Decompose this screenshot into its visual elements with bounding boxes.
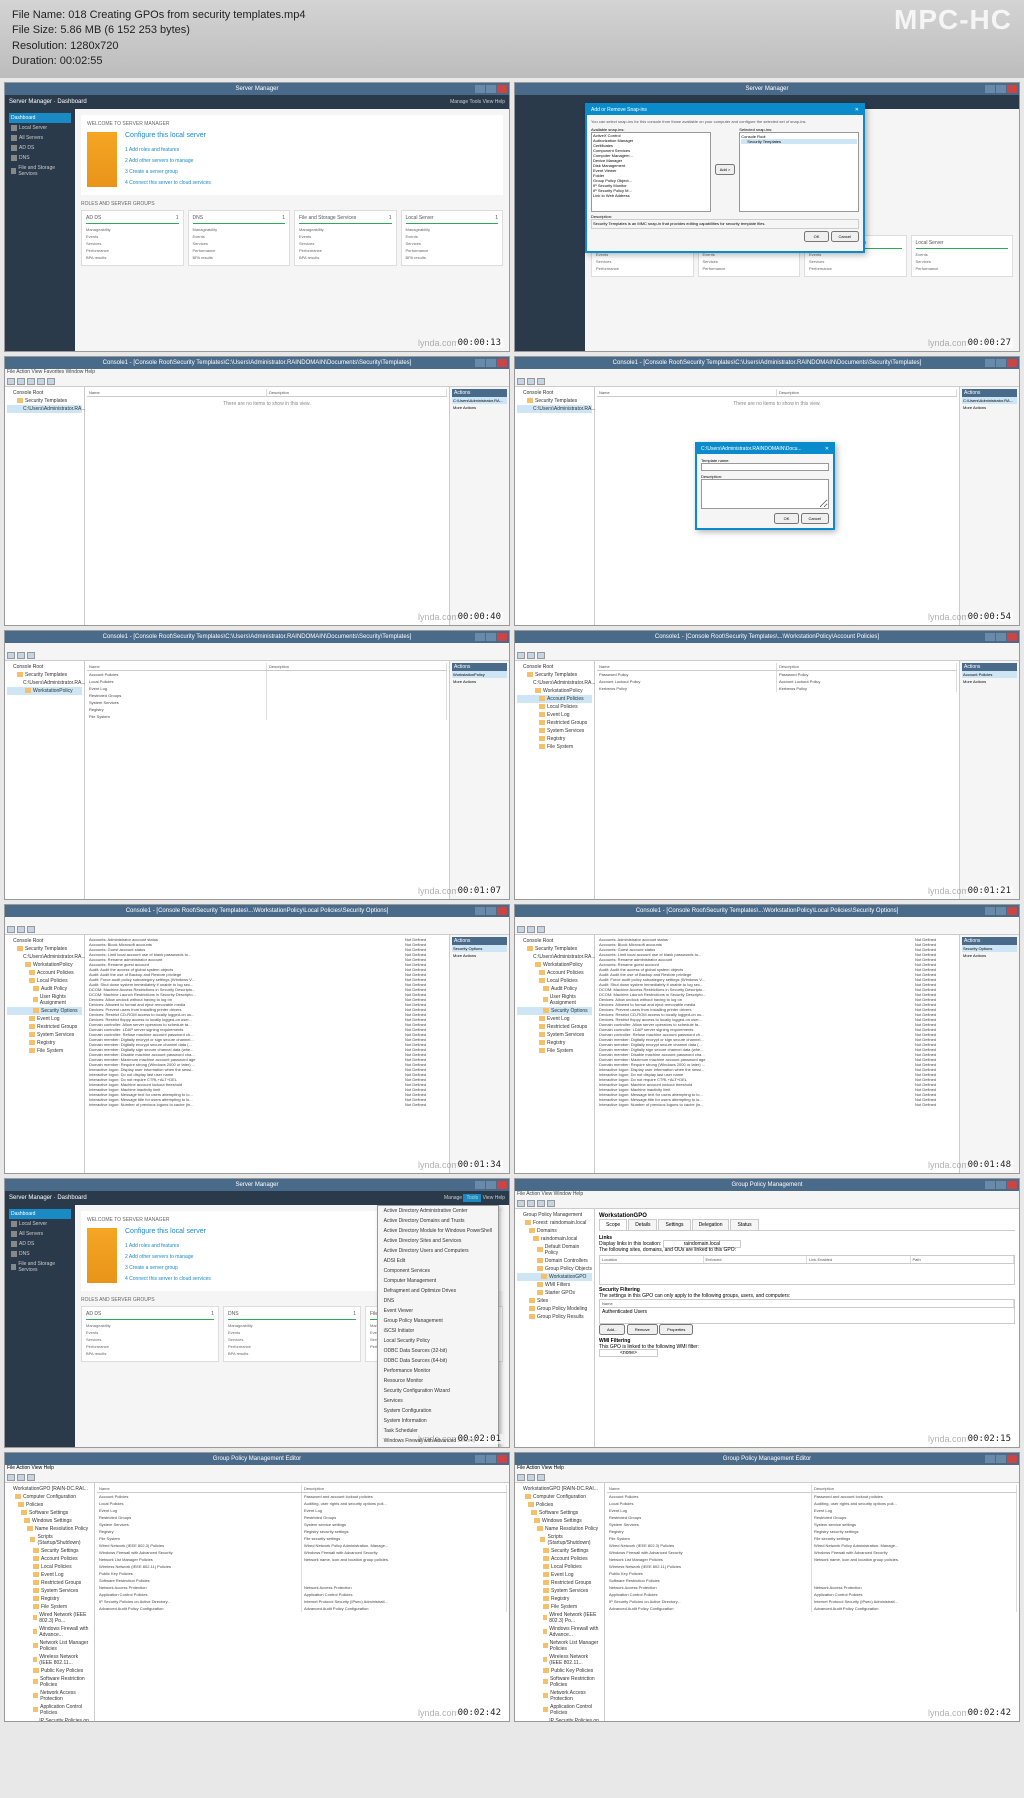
menu-item[interactable]: Resource Monitor: [378, 1376, 498, 1386]
cancel-button[interactable]: Cancel: [831, 231, 859, 242]
menu-item[interactable]: System Information: [378, 1416, 498, 1426]
menu-item[interactable]: Security Configuration Wizard: [378, 1386, 498, 1396]
template-desc-input[interactable]: [701, 479, 829, 509]
menu-item[interactable]: Component Services: [378, 1266, 498, 1276]
thumb-1: Server Manager Server Manager · Dashboar…: [4, 82, 510, 352]
remove-button[interactable]: Remove: [627, 1324, 658, 1335]
sb-dashboard[interactable]: Dashboard: [9, 113, 71, 123]
tab-settings[interactable]: Settings: [658, 1219, 690, 1230]
thumb-12: Group Policy Management Editor File Acti…: [514, 1452, 1020, 1722]
menu-item[interactable]: System Configuration: [378, 1406, 498, 1416]
menu-item[interactable]: ODBC Data Sources (64-bit): [378, 1356, 498, 1366]
add-button[interactable]: Add...: [599, 1324, 625, 1335]
menu-item[interactable]: Group Policy Management: [378, 1316, 498, 1326]
template-name-input[interactable]: [701, 463, 829, 471]
sb-dashboard[interactable]: Dashboard: [9, 1209, 71, 1219]
thumb-7: Console1 - [Console Root\Security Templa…: [4, 904, 510, 1174]
menu-item[interactable]: Defragment and Optimize Drives: [378, 1286, 498, 1296]
menu-item[interactable]: iSCSI Initiator: [378, 1326, 498, 1336]
tab-scope[interactable]: Scope: [599, 1219, 627, 1230]
sb-adds[interactable]: AD DS: [9, 1239, 71, 1249]
props-button[interactable]: Properties: [659, 1324, 693, 1335]
tab-delegation[interactable]: Delegation: [692, 1219, 730, 1230]
sb-file[interactable]: File and Storage Services: [9, 1259, 71, 1275]
add-button[interactable]: Add >: [715, 164, 736, 175]
menu-item[interactable]: Performance Monitor: [378, 1366, 498, 1376]
thumb-4: Console1 - [Console Root\Security Templa…: [514, 356, 1020, 626]
sb-local[interactable]: Local Server: [9, 1219, 71, 1229]
info-header: File Name: 018 Creating GPOs from securi…: [0, 0, 1024, 78]
menu-item[interactable]: ADSI Edit: [378, 1256, 498, 1266]
sb-file[interactable]: File and Storage Services: [9, 163, 71, 179]
thumb-3: Console1 - [Console Root\Security Templa…: [4, 356, 510, 626]
close-icon[interactable]: ✕: [825, 446, 829, 452]
close-icon[interactable]: ✕: [855, 107, 859, 113]
thumb-8: Console1 - [Console Root\Security Templa…: [514, 904, 1020, 1174]
menu-item[interactable]: Active Directory Module for Windows Powe…: [378, 1226, 498, 1236]
cancel-button[interactable]: Cancel: [801, 513, 829, 524]
menu-item[interactable]: Active Directory Domains and Trusts: [378, 1216, 498, 1226]
sb-dns[interactable]: DNS: [9, 153, 71, 163]
sb-all[interactable]: All Servers: [9, 133, 71, 143]
thumb-9: Server Manager Server Manager · Dashboar…: [4, 1178, 510, 1448]
menu-item[interactable]: Event Viewer: [378, 1306, 498, 1316]
sb-local[interactable]: Local Server: [9, 123, 71, 133]
thumb-11: Group Policy Management Editor File Acti…: [4, 1452, 510, 1722]
sb-dns[interactable]: DNS: [9, 1249, 71, 1259]
menu-item[interactable]: Services: [378, 1396, 498, 1406]
brand-logo: MPC-HC: [894, 4, 1012, 36]
thumb-5: Console1 - [Console Root\Security Templa…: [4, 630, 510, 900]
menu-item[interactable]: Active Directory Users and Computers: [378, 1246, 498, 1256]
ok-button[interactable]: OK: [774, 513, 800, 524]
menu-item[interactable]: ODBC Data Sources (32-bit): [378, 1346, 498, 1356]
thumbnail-grid: Server Manager Server Manager · Dashboar…: [0, 78, 1024, 1726]
sb-adds[interactable]: AD DS: [9, 143, 71, 153]
menu-item[interactable]: Computer Management: [378, 1276, 498, 1286]
menu-item[interactable]: DNS: [378, 1296, 498, 1306]
tab-details[interactable]: Details: [628, 1219, 657, 1230]
tab-status[interactable]: Status: [730, 1219, 758, 1230]
ok-button[interactable]: OK: [804, 231, 830, 242]
thumb-2: Server Manager AD DSEventsServicesPerfor…: [514, 82, 1020, 352]
sb-all[interactable]: All Servers: [9, 1229, 71, 1239]
menu-item[interactable]: Active Directory Administrative Center: [378, 1206, 498, 1216]
menu-item[interactable]: Active Directory Sites and Services: [378, 1236, 498, 1246]
thumb-6: Console1 - [Console Root\Security Templa…: [514, 630, 1020, 900]
thumb-10: Group Policy Management File Action View…: [514, 1178, 1020, 1448]
menu-item[interactable]: Local Security Policy: [378, 1336, 498, 1346]
